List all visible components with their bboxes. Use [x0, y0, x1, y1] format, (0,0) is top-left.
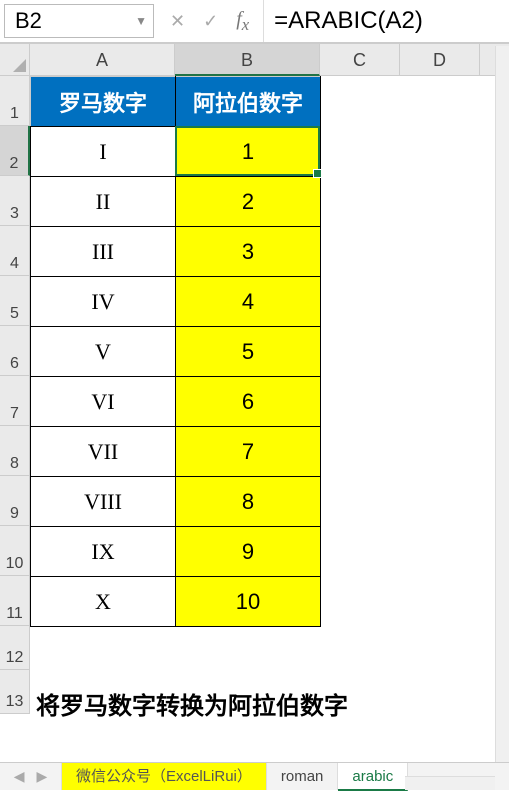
cell-roman[interactable]: V	[31, 327, 176, 377]
cell-roman[interactable]: II	[31, 177, 176, 227]
table-row: X10	[31, 577, 321, 627]
data-table: 罗马数字 阿拉伯数字 I1 II2 III3 IV4 V5 VI6 VII7 V…	[30, 76, 321, 627]
cell-arabic[interactable]: 9	[176, 527, 321, 577]
table-row: IV4	[31, 277, 321, 327]
cell-arabic[interactable]: 4	[176, 277, 321, 327]
confirm-icon[interactable]: ✓	[203, 11, 218, 32]
row-header-10[interactable]: 10	[0, 526, 29, 576]
table-row: VIII8	[31, 477, 321, 527]
row-header-7[interactable]: 7	[0, 376, 29, 426]
row-header-13[interactable]: 13	[0, 670, 29, 714]
horizontal-scrollbar[interactable]	[405, 776, 495, 790]
row-header-12[interactable]: 12	[0, 626, 29, 670]
cell-roman[interactable]: III	[31, 227, 176, 277]
formula-bar-buttons: ✕ ✓ fx	[156, 0, 264, 42]
table-row: VII7	[31, 427, 321, 477]
row-header-8[interactable]: 8	[0, 426, 29, 476]
row-headers: 1 2 3 4 5 6 7 8 9 10 11 12 13	[0, 76, 30, 714]
table-row: V5	[31, 327, 321, 377]
cell-roman[interactable]: IX	[31, 527, 176, 577]
cell-area[interactable]: 罗马数字 阿拉伯数字 I1 II2 III3 IV4 V5 VI6 VII7 V…	[30, 76, 509, 746]
table-row: I1	[31, 127, 321, 177]
row-header-11[interactable]: 11	[0, 576, 29, 626]
vertical-scrollbar[interactable]	[495, 46, 509, 762]
cell-roman[interactable]: VI	[31, 377, 176, 427]
chevron-right-icon[interactable]: ▶	[37, 768, 48, 785]
cell-roman[interactable]: X	[31, 577, 176, 627]
cell-arabic[interactable]: 7	[176, 427, 321, 477]
cell-roman[interactable]: IV	[31, 277, 176, 327]
cell-arabic[interactable]: 2	[176, 177, 321, 227]
sheet-tab-bar: ◀ ▶ 微信公众号（ExcelLiRui） roman arabic	[0, 762, 509, 790]
name-box[interactable]: B2 ▼	[4, 4, 154, 38]
col-header-d[interactable]: D	[400, 44, 480, 75]
cell-roman[interactable]: I	[31, 127, 176, 177]
cell-reference: B2	[15, 8, 42, 34]
fx-icon[interactable]: fx	[236, 8, 249, 35]
cell-roman[interactable]: VIII	[31, 477, 176, 527]
formula-input[interactable]: =ARABIC(A2)	[264, 0, 509, 42]
chevron-left-icon[interactable]: ◀	[14, 768, 25, 785]
sheet-tab-wechat[interactable]: 微信公众号（ExcelLiRui）	[62, 763, 267, 790]
cancel-icon[interactable]: ✕	[170, 11, 185, 32]
formula-bar: B2 ▼ ✕ ✓ fx =ARABIC(A2)	[0, 0, 509, 44]
select-all-button[interactable]	[0, 44, 30, 76]
col-header-a[interactable]: A	[30, 44, 175, 75]
sheet-tab-roman[interactable]: roman	[267, 763, 339, 790]
header-roman[interactable]: 罗马数字	[31, 77, 176, 127]
cell-arabic[interactable]: 6	[176, 377, 321, 427]
column-headers: A B C D	[30, 44, 509, 76]
sheet-tab-arabic[interactable]: arabic	[338, 763, 408, 791]
cell-arabic[interactable]: 1	[176, 127, 321, 177]
table-row: II2	[31, 177, 321, 227]
header-arabic[interactable]: 阿拉伯数字	[176, 77, 321, 127]
row-header-1[interactable]: 1	[0, 76, 29, 126]
row-header-3[interactable]: 3	[0, 176, 29, 226]
row-header-6[interactable]: 6	[0, 326, 29, 376]
cell-arabic[interactable]: 8	[176, 477, 321, 527]
table-row: III3	[31, 227, 321, 277]
col-header-c[interactable]: C	[320, 44, 400, 75]
spreadsheet-grid: A B C D 1 2 3 4 5 6 7 8 9 10 11 12 13 罗马…	[0, 44, 509, 746]
row-header-5[interactable]: 5	[0, 276, 29, 326]
col-header-b[interactable]: B	[175, 44, 320, 76]
tab-scroll-controls[interactable]: ◀ ▶	[0, 763, 62, 790]
cell-roman[interactable]: VII	[31, 427, 176, 477]
table-row: IX9	[31, 527, 321, 577]
table-row: VI6	[31, 377, 321, 427]
cell-arabic[interactable]: 5	[176, 327, 321, 377]
caption-text[interactable]: 将罗马数字转换为阿拉伯数字	[36, 686, 348, 721]
table-header-row: 罗马数字 阿拉伯数字	[31, 77, 321, 127]
row-header-2[interactable]: 2	[0, 126, 30, 176]
row-header-4[interactable]: 4	[0, 226, 29, 276]
row-header-9[interactable]: 9	[0, 476, 29, 526]
cell-arabic[interactable]: 3	[176, 227, 321, 277]
cell-arabic[interactable]: 10	[176, 577, 321, 627]
chevron-down-icon[interactable]: ▼	[135, 14, 147, 28]
